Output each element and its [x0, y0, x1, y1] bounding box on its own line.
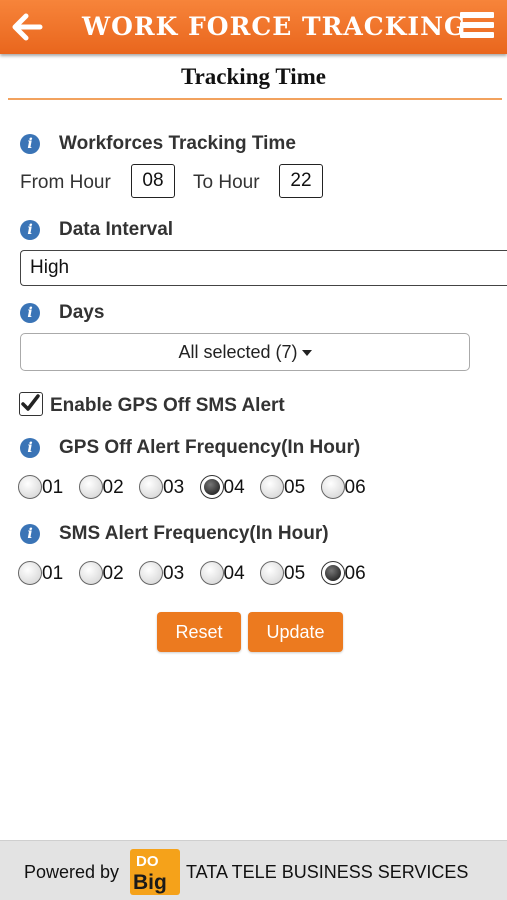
footer: Powered by DO Big TATA TELE BUSINESS SER…	[0, 840, 507, 900]
title-divider	[8, 98, 502, 100]
info-icon[interactable]: i	[20, 438, 40, 458]
sms-frequency-radio-06[interactable]: 06	[320, 559, 377, 587]
radio-label: 02	[102, 563, 124, 584]
sms-frequency-radio-04[interactable]: 04	[199, 559, 256, 587]
radio-circle	[260, 475, 284, 499]
powered-by-text: Powered by	[24, 862, 120, 882]
data-interval-label: Data Interval	[59, 219, 174, 240]
arrow-left-icon	[12, 13, 43, 41]
radio-circle	[260, 561, 284, 585]
radio-label: 04	[223, 563, 245, 584]
radio-label: 04	[223, 477, 245, 498]
gps-off-frequency-radio-02[interactable]: 02	[78, 473, 135, 501]
gps-off-frequency-radio-06[interactable]: 06	[320, 473, 377, 501]
gps-off-frequency-radio-05[interactable]: 05	[260, 473, 316, 501]
radio-label: 05	[284, 563, 306, 584]
info-icon[interactable]: i	[20, 524, 40, 544]
from-hour-label: From Hour	[20, 172, 111, 193]
radio-label: 01	[42, 563, 64, 584]
checkmark-icon	[21, 394, 40, 411]
dobig-logo: DO Big	[130, 849, 180, 895]
sms-frequency-radio-01[interactable]: 01	[18, 559, 74, 587]
to-hour-input[interactable]	[279, 164, 323, 198]
radio-circle	[320, 475, 345, 499]
gps-off-frequency-radio-01[interactable]: 01	[18, 473, 74, 501]
info-icon[interactable]: i	[20, 220, 40, 240]
radio-label: 03	[163, 477, 185, 498]
update-button[interactable]: Update	[248, 612, 343, 652]
radio-circle	[320, 561, 345, 585]
svg-text:DO: DO	[136, 853, 159, 870]
radio-circle	[18, 475, 42, 499]
sms-frequency-label: SMS Alert Frequency(In Hour)	[59, 523, 329, 544]
gps-off-frequency-options: 01 02 03 04 05 06	[18, 473, 378, 501]
app-title: WORK FORCE TRACKING	[82, 12, 467, 41]
days-label: Days	[59, 302, 105, 323]
info-icon[interactable]: i	[20, 303, 40, 323]
app-header: WORK FORCE TRACKING	[0, 0, 507, 54]
radio-label: 02	[102, 477, 124, 498]
radio-label: 06	[344, 477, 366, 498]
caret-down-icon	[301, 350, 312, 357]
gps-sms-alert-checkbox[interactable]	[19, 392, 43, 416]
info-icon[interactable]: i	[20, 134, 40, 154]
gps-sms-alert-label: Enable GPS Off SMS Alert	[50, 395, 285, 416]
radio-circle	[199, 475, 224, 499]
company-name: TATA TELE BUSINESS SERVICES	[186, 862, 469, 882]
sms-frequency-radio-02[interactable]: 02	[78, 559, 135, 587]
hamburger-menu-icon[interactable]	[458, 10, 496, 44]
svg-text:Big: Big	[133, 871, 167, 894]
radio-label: 05	[284, 477, 306, 498]
sms-frequency-radio-05[interactable]: 05	[260, 559, 316, 587]
sms-frequency-radio-03[interactable]: 03	[139, 559, 195, 587]
radio-circle	[139, 561, 163, 585]
days-selected-text: All selected (7)	[178, 342, 298, 362]
tracking-time-label: Workforces Tracking Time	[59, 133, 296, 154]
radio-circle	[78, 561, 103, 585]
page-title: Tracking Time	[180, 64, 327, 89]
to-hour-label: To Hour	[193, 172, 260, 193]
radio-label: 01	[42, 477, 64, 498]
radio-circle	[139, 475, 163, 499]
reset-button[interactable]: Reset	[157, 612, 241, 652]
radio-label: 06	[344, 563, 366, 584]
gps-off-frequency-label: GPS Off Alert Frequency(In Hour)	[59, 437, 361, 458]
radio-circle	[199, 561, 224, 585]
radio-circle	[18, 561, 42, 585]
radio-label: 03	[163, 563, 185, 584]
sms-frequency-options: 01 02 03 04 05 06	[18, 559, 378, 587]
radio-circle	[78, 475, 103, 499]
days-dropdown[interactable]: All selected (7)	[20, 333, 470, 371]
gps-off-frequency-radio-03[interactable]: 03	[139, 473, 195, 501]
from-hour-input[interactable]	[131, 164, 175, 198]
data-interval-select[interactable]: High	[20, 250, 507, 286]
gps-off-frequency-radio-04[interactable]: 04	[199, 473, 256, 501]
back-button[interactable]	[10, 10, 50, 44]
